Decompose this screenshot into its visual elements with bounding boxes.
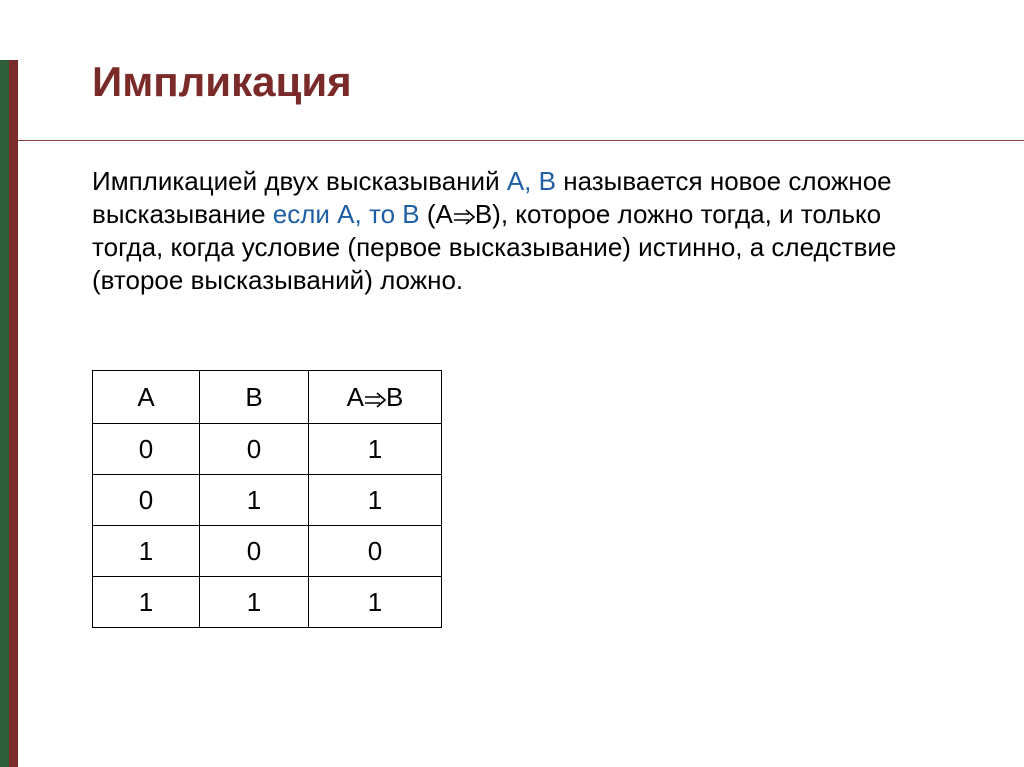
paragraph-text: Импликацией двух высказываний bbox=[92, 166, 507, 196]
cell-b: 0 bbox=[200, 526, 309, 577]
paragraph-variables: А, В bbox=[507, 166, 556, 196]
table-header-result: AB bbox=[309, 371, 442, 424]
table-row: 0 1 1 bbox=[93, 475, 442, 526]
slide-title: Импликация bbox=[92, 58, 352, 106]
slide: Импликация Импликацией двух высказываний… bbox=[0, 0, 1024, 767]
table-header-b: B bbox=[200, 371, 309, 424]
paragraph-text: (A bbox=[420, 199, 453, 229]
accent-green-band bbox=[0, 60, 9, 767]
table-row: 1 0 0 bbox=[93, 526, 442, 577]
cell-result: 0 bbox=[309, 526, 442, 577]
cell-b: 0 bbox=[200, 424, 309, 475]
accent-maroon-band bbox=[9, 60, 18, 767]
paragraph-condition: если А, то В bbox=[273, 199, 420, 229]
implies-icon bbox=[453, 200, 475, 233]
header-result-left: A bbox=[347, 382, 364, 412]
cell-b: 1 bbox=[200, 577, 309, 628]
truth-table: A B AB 0 0 1 0 1 1 1 0 0 1 bbox=[92, 370, 442, 628]
implies-icon bbox=[364, 384, 386, 415]
cell-a: 0 bbox=[93, 424, 200, 475]
cell-b: 1 bbox=[200, 475, 309, 526]
side-accent-bar bbox=[0, 60, 18, 767]
title-divider bbox=[18, 140, 1024, 141]
cell-result: 1 bbox=[309, 577, 442, 628]
table-header-row: A B AB bbox=[93, 371, 442, 424]
table-row: 1 1 1 bbox=[93, 577, 442, 628]
table-row: 0 0 1 bbox=[93, 424, 442, 475]
cell-result: 1 bbox=[309, 424, 442, 475]
table-header-a: A bbox=[93, 371, 200, 424]
header-result-right: B bbox=[386, 382, 403, 412]
cell-a: 1 bbox=[93, 577, 200, 628]
cell-result: 1 bbox=[309, 475, 442, 526]
cell-a: 0 bbox=[93, 475, 200, 526]
cell-a: 1 bbox=[93, 526, 200, 577]
body-paragraph: Импликацией двух высказываний А, В назыв… bbox=[92, 165, 932, 297]
